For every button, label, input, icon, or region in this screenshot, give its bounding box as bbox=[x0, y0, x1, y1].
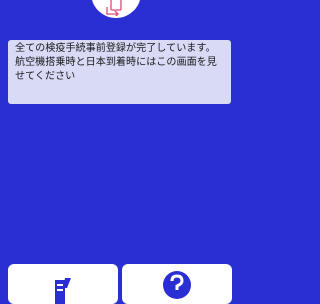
document-pen-icon bbox=[55, 278, 71, 304]
completion-message: 全ての検疫手続事前登録が完了しています。航空機搭乗時と日本到着時にはこの画面を見… bbox=[15, 43, 217, 82]
completion-message-card: 全ての検疫手続事前登録が完了しています。航空機搭乗時と日本到着時にはこの画面を見… bbox=[8, 40, 231, 104]
help-card[interactable] bbox=[122, 264, 232, 304]
registration-card[interactable] bbox=[8, 264, 118, 304]
document-swap-icon bbox=[106, 0, 122, 16]
top-badge bbox=[91, 0, 141, 18]
question-icon bbox=[163, 271, 191, 299]
